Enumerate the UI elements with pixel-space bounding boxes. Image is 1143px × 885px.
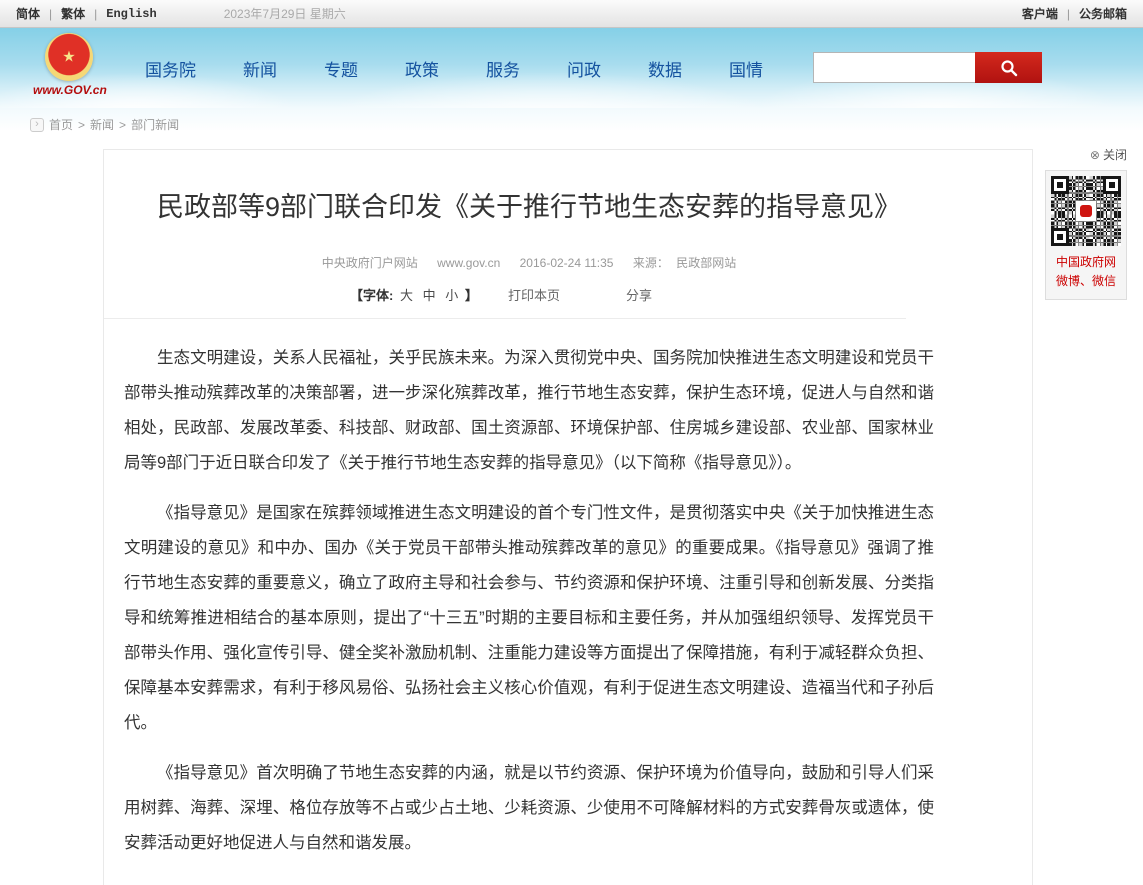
date-text: 2023年7月29日 星期六: [224, 5, 346, 22]
qr-finder-icon: [1103, 176, 1121, 194]
article-card: 民政部等9部门联合印发《关于推行节地生态安葬的指导意见》 中央政府门户网站 ww…: [103, 149, 1033, 885]
client-link[interactable]: 客户端: [1022, 5, 1058, 22]
meta-url: www.gov.cn: [437, 256, 500, 270]
site-logo[interactable]: www.GOV.cn: [33, 33, 105, 97]
share-button[interactable]: 分享: [626, 285, 652, 304]
search-bar: [813, 52, 1042, 83]
nav-item-data[interactable]: 数据: [648, 56, 682, 81]
qr-finder-icon: [1051, 176, 1069, 194]
article-body: 生态文明建设，关系人民福祉，关乎民族未来。为深入贯彻党中央、国务院加快推进生态文…: [124, 341, 934, 861]
breadcrumb-icon: ›: [30, 118, 44, 132]
font-size-group: 【字体: 大 中 小 】: [350, 285, 478, 304]
qr-widget: ⊗关闭 中国政府网 微博、微信: [1045, 146, 1127, 300]
font-size-medium[interactable]: 中: [423, 288, 436, 303]
font-size-small[interactable]: 小: [445, 288, 458, 303]
close-button[interactable]: ⊗关闭: [1045, 146, 1127, 163]
separator: |: [1067, 7, 1070, 21]
topbar: 简体 | 繁体 | English 2023年7月29日 星期六 客户端 | 公…: [0, 0, 1143, 28]
separator: |: [49, 7, 52, 21]
separator: >: [119, 118, 126, 132]
separator: |: [94, 7, 97, 21]
meta-source: 民政部网站: [676, 256, 736, 270]
nav-item-state-council[interactable]: 国务院: [145, 56, 196, 81]
lang-english[interactable]: English: [106, 7, 156, 21]
breadcrumb-current: 部门新闻: [131, 116, 179, 133]
close-icon: ⊗: [1090, 148, 1100, 162]
nav-item-policies[interactable]: 政策: [405, 56, 439, 81]
qr-caption-line: 中国政府网: [1050, 253, 1122, 272]
lang-traditional[interactable]: 繁体: [61, 5, 85, 22]
mailbox-link[interactable]: 公务邮箱: [1079, 5, 1127, 22]
page: 简体 | 繁体 | English 2023年7月29日 星期六 客户端 | 公…: [0, 0, 1143, 885]
national-emblem-icon: [45, 33, 93, 81]
close-label: 关闭: [1103, 148, 1127, 162]
main-nav: 国务院 新闻 专题 政策 服务 问政 数据 国情: [145, 28, 763, 108]
search-input[interactable]: [813, 52, 975, 83]
print-button[interactable]: 打印本页: [508, 285, 560, 304]
nav-item-news[interactable]: 新闻: [243, 56, 277, 81]
article-paragraph: 《指导意见》是国家在殡葬领域推进生态文明建设的首个专门性文件，是贯彻落实中央《关…: [124, 496, 934, 741]
breadcrumb-news[interactable]: 新闻: [90, 116, 114, 133]
article-title: 民政部等9部门联合印发《关于推行节地生态安葬的指导意见》: [124, 176, 934, 239]
separator: >: [78, 118, 85, 132]
font-size-label-end: 】: [465, 288, 478, 303]
search-icon: [1000, 59, 1018, 77]
header-banner: www.GOV.cn 国务院 新闻 专题 政策 服务 问政 数据 国情: [0, 28, 1143, 108]
meta-datetime: 2016-02-24 11:35: [520, 256, 614, 270]
logo-text: www.GOV.cn: [33, 83, 105, 97]
meta-site: 中央政府门户网站: [322, 256, 418, 270]
breadcrumb: › 首页 > 新闻 > 部门新闻: [0, 108, 1143, 141]
meta-source-label: 来源：: [633, 256, 669, 270]
main-content: 民政部等9部门联合印发《关于推行节地生态安葬的指导意见》 中央政府门户网站 ww…: [0, 149, 1143, 885]
nav-item-national-conditions[interactable]: 国情: [729, 56, 763, 81]
article-paragraph: 《指导意见》首次明确了节地生态安葬的内涵，就是以节约资源、保护环境为价值导向，鼓…: [124, 756, 934, 861]
article-meta: 中央政府门户网站 www.gov.cn 2016-02-24 11:35 来源：…: [124, 254, 934, 271]
qr-center-emblem-icon: [1076, 201, 1096, 221]
lang-simplified[interactable]: 简体: [16, 5, 40, 22]
breadcrumb-home[interactable]: 首页: [49, 116, 73, 133]
qr-caption: 中国政府网 微博、微信: [1050, 253, 1122, 291]
article-paragraph: 生态文明建设，关系人民福祉，关乎民族未来。为深入贯彻党中央、国务院加快推进生态文…: [124, 341, 934, 481]
nav-item-services[interactable]: 服务: [486, 56, 520, 81]
nav-item-topics[interactable]: 专题: [324, 56, 358, 81]
qr-code: [1051, 176, 1121, 246]
font-size-large[interactable]: 大: [400, 288, 413, 303]
nav-item-interaction[interactable]: 问政: [567, 56, 601, 81]
qr-finder-icon: [1051, 228, 1069, 246]
article-toolbar: 【字体: 大 中 小 】 打印本页 分享: [103, 285, 906, 319]
qr-caption-line: 微博、微信: [1050, 272, 1122, 291]
font-size-label: 【字体:: [350, 288, 393, 303]
qr-box: 中国政府网 微博、微信: [1045, 170, 1127, 300]
search-button[interactable]: [975, 52, 1042, 83]
